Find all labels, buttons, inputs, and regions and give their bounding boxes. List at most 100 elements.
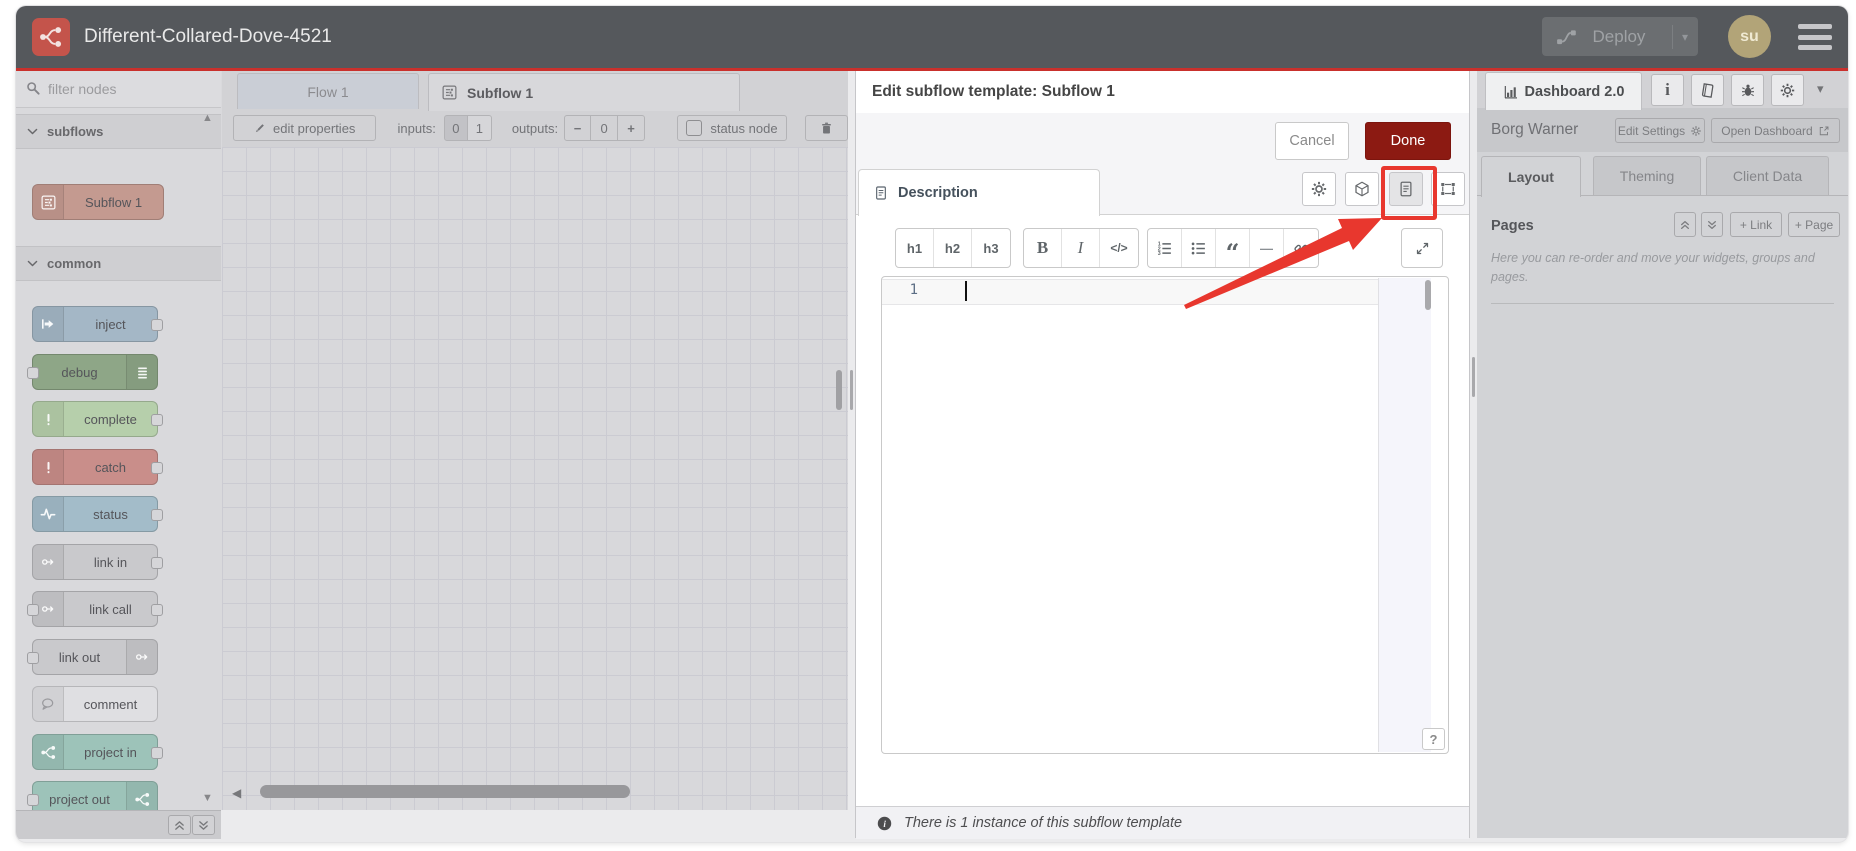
status-node-checkbox[interactable] — [686, 120, 703, 136]
object-group-icon — [1439, 180, 1457, 198]
tab-dashboard-2[interactable]: Dashboard 2.0 — [1485, 72, 1642, 110]
pages-expand-button[interactable] — [1701, 212, 1723, 237]
palette-node-project-in[interactable]: project in — [32, 734, 163, 770]
header: Different-Collared-Dove-4521 Deploy ▾ su — [16, 6, 1848, 68]
main-menu-button[interactable] — [1798, 24, 1832, 50]
editor-line-number: 1 — [909, 282, 918, 298]
add-link-button[interactable]: + Link — [1730, 212, 1782, 237]
drag-handle[interactable] — [850, 370, 853, 410]
debug-bug-button[interactable] — [1731, 74, 1764, 106]
collapse-all-button[interactable] — [168, 815, 191, 835]
annotation-highlight-box — [1381, 166, 1437, 220]
palette-node-debug[interactable]: debug — [27, 354, 158, 390]
palette-node-catch[interactable]: catch — [32, 449, 163, 485]
link-icon — [33, 545, 64, 579]
tray-resize-separator[interactable] — [848, 71, 855, 810]
add-page-button[interactable]: + Page — [1788, 212, 1840, 237]
delete-subflow-button[interactable] — [804, 115, 848, 141]
palette-node-status[interactable]: status — [32, 496, 163, 532]
edit-settings-button[interactable]: Edit Settings — [1615, 118, 1705, 143]
description-editor[interactable]: 1 ? — [881, 276, 1449, 754]
palette-search[interactable] — [16, 71, 221, 108]
sidebar-caret-icon[interactable]: ▾ — [1817, 81, 1824, 97]
palette-scroll-down-icon[interactable]: ▼ — [202, 792, 213, 804]
inputs-0-button[interactable]: 0 — [443, 115, 468, 141]
edit-properties-button[interactable]: edit properties — [233, 115, 376, 141]
link-chain-icon — [1293, 240, 1309, 256]
search-icon — [25, 80, 41, 96]
editor-help-button[interactable]: ? — [1422, 728, 1445, 750]
flow-canvas[interactable] — [222, 147, 848, 810]
open-dashboard-button[interactable]: Open Dashboard — [1711, 118, 1840, 143]
palette-category-common[interactable]: common — [16, 246, 221, 281]
cancel-button[interactable]: Cancel — [1275, 122, 1349, 160]
canvas-vscrollbar-thumb[interactable] — [836, 370, 842, 410]
editor-cursor — [965, 281, 967, 301]
h3-button[interactable]: h3 — [972, 229, 1010, 267]
subflow-icon — [33, 185, 64, 219]
editor-vscrollbar-thumb[interactable] — [1425, 280, 1431, 310]
code-button[interactable]: </> — [1100, 229, 1138, 267]
tab-client-data[interactable]: Client Data — [1706, 156, 1829, 196]
pages-collapse-button[interactable] — [1674, 212, 1696, 237]
palette-node-complete[interactable]: complete — [32, 401, 163, 437]
palette-node-inject[interactable]: inject — [32, 306, 163, 342]
flow-tab-bar: Flow 1 Subflow 1 — [222, 71, 848, 111]
info-sidebar-button[interactable]: i — [1651, 74, 1684, 106]
palette-scroll-up-icon[interactable]: ▲ — [202, 112, 213, 124]
tab-subflow-1[interactable]: Subflow 1 — [428, 73, 740, 111]
bold-button[interactable]: B — [1024, 229, 1062, 267]
hr-button[interactable]: — — [1250, 229, 1284, 267]
palette-node-link-out[interactable]: link out — [27, 639, 158, 675]
subflow-icon — [441, 84, 458, 101]
config-gear-button[interactable] — [1771, 74, 1804, 106]
user-avatar[interactable]: su — [1728, 15, 1771, 58]
palette: subflows Subflow 1 common inject debug — [16, 71, 223, 839]
tab-description[interactable]: Description — [858, 169, 1100, 216]
status-node-toggle[interactable]: status node — [677, 115, 787, 141]
ordered-list-button[interactable] — [1148, 229, 1182, 267]
sidebar-divider — [1491, 303, 1834, 304]
sidebar-resize-separator[interactable] — [1470, 71, 1477, 810]
debug-icon — [126, 355, 157, 389]
tab-layout[interactable]: Layout — [1481, 156, 1581, 197]
palette-category-subflows[interactable]: subflows — [16, 114, 221, 149]
italic-button[interactable]: I — [1062, 229, 1100, 267]
done-button[interactable]: Done — [1365, 122, 1451, 160]
h1-button[interactable]: h1 — [896, 229, 934, 267]
hscroll-left-icon[interactable]: ◀ — [232, 786, 241, 800]
expand-editor-button[interactable] — [1402, 229, 1442, 267]
tab-flow-1[interactable]: Flow 1 — [237, 73, 419, 110]
help-book-button[interactable] — [1691, 74, 1724, 106]
link-icon — [126, 640, 157, 674]
gear-icon — [1779, 82, 1796, 99]
h2-button[interactable]: h2 — [934, 229, 972, 267]
palette-node-link-in[interactable]: link in — [32, 544, 163, 580]
link-button[interactable] — [1284, 229, 1318, 267]
canvas-hscrollbar-thumb[interactable] — [260, 785, 630, 798]
properties-gear-button[interactable] — [1302, 172, 1336, 206]
deploy-icon — [1556, 28, 1578, 46]
pages-hint-text: Here you can re-order and move your widg… — [1491, 251, 1815, 284]
tab-theming[interactable]: Theming — [1593, 156, 1701, 196]
unordered-list-button[interactable] — [1182, 229, 1216, 267]
outputs-minus-button[interactable]: − — [564, 115, 592, 141]
quote-button[interactable]: “ — [1216, 229, 1250, 267]
palette-node-link-call[interactable]: link call — [27, 591, 163, 627]
outputs-label: outputs: — [511, 120, 559, 136]
bug-icon — [1740, 82, 1756, 98]
deploy-divider — [1671, 24, 1673, 49]
inputs-1-button[interactable]: 1 — [467, 115, 492, 141]
outputs-count[interactable]: 0 — [591, 115, 619, 141]
dashboard-subtabs: Layout Theming Client Data — [1477, 152, 1848, 197]
outputs-plus-button[interactable]: + — [618, 115, 646, 141]
module-cube-button[interactable] — [1345, 172, 1379, 206]
drag-handle[interactable] — [1472, 357, 1475, 397]
subflow-toolbar: edit properties inputs: 0 1 outputs: − 0… — [222, 109, 848, 148]
filter-nodes-input[interactable] — [46, 76, 210, 102]
palette-node-comment[interactable]: comment — [32, 686, 158, 722]
palette-node-subflow-1[interactable]: Subflow 1 — [32, 184, 164, 220]
expand-all-button[interactable] — [192, 815, 215, 835]
deploy-button[interactable]: Deploy ▾ — [1542, 17, 1698, 56]
deploy-caret-icon[interactable]: ▾ — [1682, 30, 1688, 44]
